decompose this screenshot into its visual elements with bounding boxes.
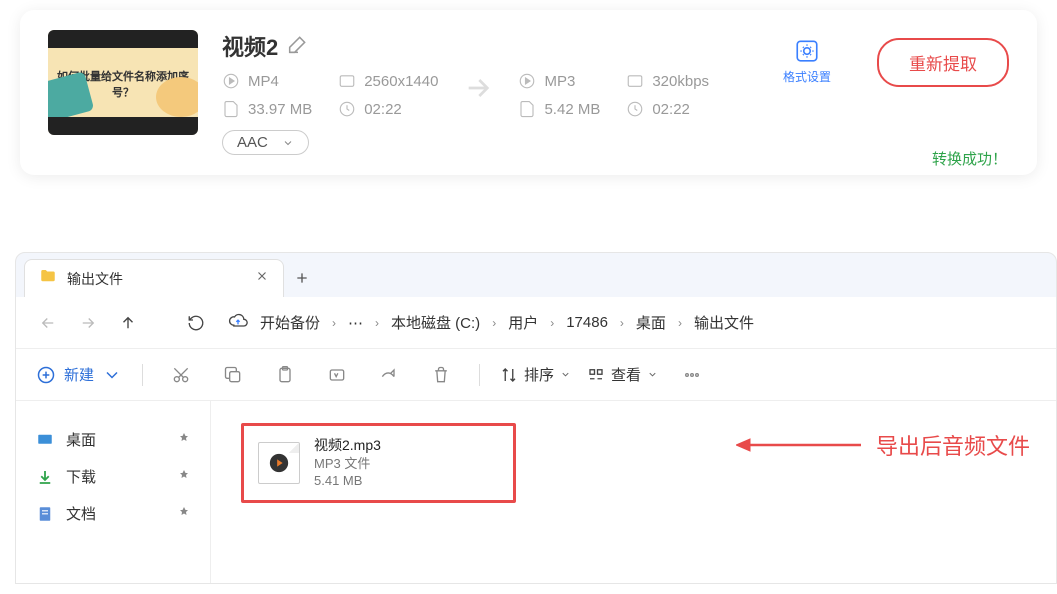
pin-icon <box>178 468 190 485</box>
file-explorer-window: 输出文件 开始备份 › ⋯ › 本地磁盘 (C:)› 用户› 17486› 桌面… <box>15 252 1057 584</box>
file-name: 视频2.mp3 <box>314 436 381 455</box>
cut-button[interactable] <box>163 357 199 393</box>
codec-value: AAC <box>237 134 268 151</box>
annotation: 导出后音频文件 <box>736 429 1030 461</box>
sidebar-item-documents[interactable]: 文档 <box>16 495 210 532</box>
close-tab-button[interactable] <box>255 269 269 288</box>
breadcrumb-seg-0[interactable]: 本地磁盘 (C:) <box>385 308 486 337</box>
view-button[interactable]: 查看 <box>587 364 658 385</box>
breadcrumb: 开始备份 › ⋯ › 本地磁盘 (C:)› 用户› 17486› 桌面› 输出文… <box>228 308 1040 337</box>
sidebar-item-downloads[interactable]: 下载 <box>16 458 210 495</box>
document-icon <box>36 505 54 523</box>
share-button[interactable] <box>371 357 407 393</box>
source-size: 33.97 MB <box>248 101 312 118</box>
back-button[interactable] <box>32 307 64 339</box>
up-button[interactable] <box>112 307 144 339</box>
sidebar: 桌面 下载 文档 <box>16 401 211 583</box>
video-title: 视频2 <box>222 30 278 62</box>
target-format: MP3 <box>544 73 575 90</box>
breadcrumb-seg-3[interactable]: 桌面 <box>630 308 672 337</box>
annotation-arrow-icon <box>736 432 866 458</box>
pin-icon <box>178 505 190 522</box>
file-item[interactable]: 视频2.mp3 MP3 文件 5.41 MB <box>241 423 516 503</box>
codec-dropdown[interactable]: AAC <box>222 130 309 155</box>
desktop-icon <box>36 431 54 449</box>
success-message: 转换成功！ <box>932 148 1007 169</box>
breadcrumb-seg-2[interactable]: 17486 <box>560 310 614 335</box>
new-tab-button[interactable] <box>284 259 320 297</box>
source-format: MP4 <box>248 73 279 90</box>
info-column: 视频2 MP4 2560x1440 33.97 MB 02:22 MP3 320… <box>222 30 741 155</box>
video-thumbnail[interactable]: 如何批量给文件名称添加序号？ <box>48 30 198 135</box>
sidebar-item-label: 下载 <box>66 466 96 487</box>
download-icon <box>36 468 54 486</box>
gear-icon <box>794 38 820 64</box>
edit-title-icon[interactable] <box>288 34 308 59</box>
toolbar: 新建 排序 查看 <box>16 349 1056 401</box>
cloud-sync-icon[interactable] <box>228 311 248 335</box>
tab-strip: 输出文件 <box>16 253 1056 297</box>
sort-button[interactable]: 排序 <box>500 364 571 385</box>
sidebar-item-desktop[interactable]: 桌面 <box>16 421 210 458</box>
pin-icon <box>178 431 190 448</box>
explorer-tab[interactable]: 输出文件 <box>24 259 284 297</box>
paste-button[interactable] <box>267 357 303 393</box>
target-duration: 02:22 <box>652 101 690 118</box>
folder-icon <box>39 267 57 290</box>
mp3-file-icon <box>258 442 300 484</box>
chevron-down-icon <box>102 365 122 385</box>
file-kind: MP3 文件 <box>314 455 381 473</box>
breadcrumb-ellipsis[interactable]: ⋯ <box>342 310 369 336</box>
sidebar-item-label: 桌面 <box>66 429 96 450</box>
copy-button[interactable] <box>215 357 251 393</box>
rename-button[interactable] <box>319 357 355 393</box>
breadcrumb-seg-4[interactable]: 输出文件 <box>688 308 760 337</box>
sidebar-item-label: 文档 <box>66 503 96 524</box>
tab-label: 输出文件 <box>67 269 245 289</box>
reextract-button[interactable]: 重新提取 <box>877 38 1009 87</box>
breadcrumb-seg-1[interactable]: 用户 <box>502 308 544 337</box>
converter-card: 如何批量给文件名称添加序号？ 视频2 MP4 2560x1440 33.97 M… <box>20 10 1037 175</box>
target-size: 5.42 MB <box>544 101 600 118</box>
target-bitrate: 320kbps <box>652 73 709 90</box>
file-size: 5.41 MB <box>314 472 381 490</box>
plus-circle-icon <box>36 365 56 385</box>
format-settings-button[interactable]: 格式设置 <box>783 38 831 85</box>
source-duration: 02:22 <box>364 101 402 118</box>
more-button[interactable] <box>674 357 710 393</box>
new-button[interactable]: 新建 <box>36 364 122 385</box>
target-info: MP3 320kbps 5.42 MB 02:22 <box>518 72 709 118</box>
chevron-down-icon <box>282 137 294 149</box>
breadcrumb-backup[interactable]: 开始备份 <box>254 308 326 337</box>
content-area[interactable]: 视频2.mp3 MP3 文件 5.41 MB 导出后音频文件 <box>211 401 1056 583</box>
nav-bar: 开始备份 › ⋯ › 本地磁盘 (C:)› 用户› 17486› 桌面› 输出文… <box>16 297 1056 349</box>
annotation-text: 导出后音频文件 <box>876 429 1030 461</box>
delete-button[interactable] <box>423 357 459 393</box>
refresh-button[interactable] <box>180 307 212 339</box>
forward-button[interactable] <box>72 307 104 339</box>
source-info: MP4 2560x1440 33.97 MB 02:22 <box>222 72 438 118</box>
source-resolution: 2560x1440 <box>364 73 438 90</box>
arrow-icon <box>448 72 508 104</box>
